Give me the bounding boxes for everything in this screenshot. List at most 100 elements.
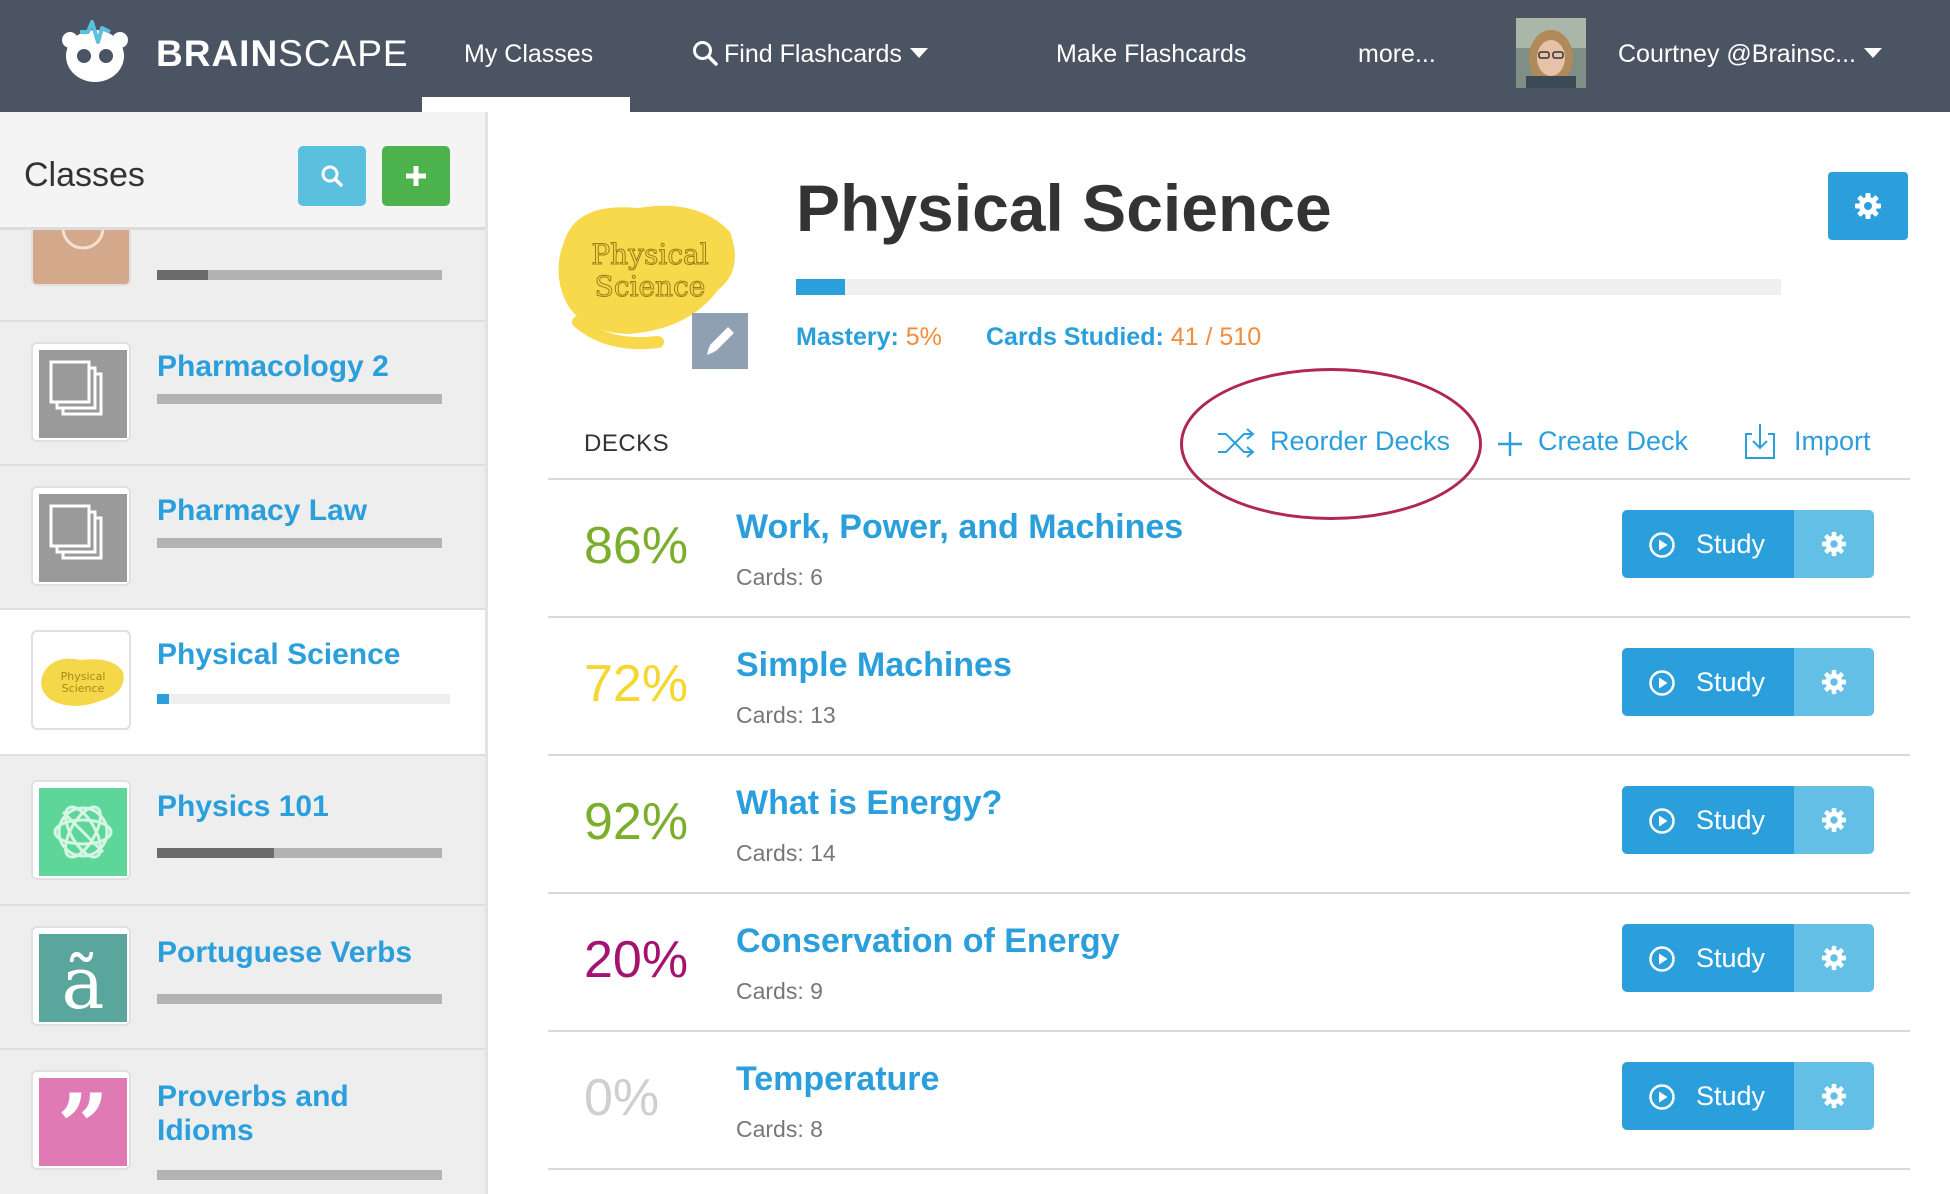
deck-settings-button[interactable]	[1794, 786, 1874, 854]
play-circle-icon	[1649, 1084, 1675, 1110]
gear-icon	[1821, 531, 1847, 557]
deck-card-count: Cards: 14	[736, 840, 836, 866]
brainscape-logo-icon[interactable]	[62, 16, 128, 84]
sidebar-item-proverbs-and-idioms[interactable]: ” Proverbs and Idioms	[0, 1050, 485, 1194]
classes-sidebar: Classes Know Pharm	[0, 112, 488, 1194]
gear-icon	[1821, 945, 1847, 971]
sidebar-item-physics-101[interactable]: Physics 101	[0, 760, 485, 906]
sidebar-item-physical-science[interactable]: Physical Science Physical Science	[0, 610, 485, 756]
deck-settings-button[interactable]	[1794, 510, 1874, 578]
gear-icon	[1855, 193, 1881, 219]
deck-card-count: Cards: 9	[736, 978, 823, 1004]
sidebar-item-label: Portuguese Verbs	[157, 936, 413, 969]
user-menu[interactable]: Courtney @Brainsc...	[1618, 40, 1882, 69]
class-image-text: Physical	[591, 238, 708, 271]
study-button[interactable]: Study	[1622, 786, 1794, 854]
deck-name-link[interactable]: Work, Power, and Machines	[736, 508, 1183, 547]
physical-science-thumbnail: Physical Science	[31, 630, 131, 730]
sidebar-item-portuguese-verbs[interactable]: ã Portuguese Verbs	[0, 906, 485, 1050]
sidebar-header: Classes	[0, 112, 485, 230]
class-progress-bar	[157, 394, 442, 404]
sidebar-item-label: Physical Science	[157, 638, 401, 671]
svg-text:ã: ã	[62, 941, 105, 1025]
mastery-stat: Mastery: 5%	[796, 323, 942, 351]
gear-icon	[1821, 807, 1847, 833]
plus-icon	[406, 166, 426, 186]
sidebar-item-pharmacology-2[interactable]: Pharmacology 2	[0, 322, 485, 466]
deck-mastery-percent: 92%	[584, 793, 689, 851]
sidebar-title: Classes	[24, 156, 145, 194]
edit-image-button[interactable]	[692, 313, 748, 369]
sidebar-item-pharmacy-law[interactable]: Pharmacy Law	[0, 466, 485, 610]
study-button-label: Study	[1696, 1081, 1766, 1111]
pencil-icon	[707, 327, 734, 355]
nav-make-flashcards[interactable]: Make Flashcards	[1056, 40, 1246, 69]
deck-card-count: Cards: 8	[736, 1116, 823, 1142]
study-button[interactable]: Study	[1622, 924, 1794, 992]
atom-icon	[31, 780, 131, 880]
deck-row: 20% Conservation of Energy Cards: 9 Stud…	[548, 894, 1910, 1032]
a-tilde-icon: ã	[31, 926, 131, 1026]
class-settings-button[interactable]	[1828, 172, 1908, 240]
class-progress-bar	[157, 848, 442, 858]
deck-name-link[interactable]: Conservation of Energy	[736, 922, 1120, 961]
play-circle-icon	[1649, 946, 1675, 972]
study-button[interactable]: Study	[1622, 510, 1794, 578]
deck-card-count: Cards: 6	[736, 564, 823, 590]
class-progress-bar	[157, 538, 442, 548]
quote-icon: ”	[31, 1070, 131, 1170]
sidebar-item-label: Physics 101	[157, 790, 329, 823]
play-circle-icon	[1649, 808, 1675, 834]
study-button[interactable]: Study	[1622, 648, 1794, 716]
import-button[interactable]: Import	[1742, 424, 1871, 459]
plus-icon	[1498, 432, 1522, 456]
deck-mastery-percent: 86%	[584, 517, 689, 575]
study-button[interactable]: Study	[1622, 1062, 1794, 1130]
deck-mastery-percent: 20%	[584, 931, 689, 989]
search-classes-button[interactable]	[298, 146, 366, 206]
deck-settings-button[interactable]	[1794, 1062, 1874, 1130]
sidebar-item-label: Pharmacology 2	[157, 350, 389, 383]
nav-find-flashcards[interactable]: Find Flashcards	[692, 40, 928, 69]
decks-label: DECKS	[584, 430, 670, 457]
deck-card-count: Cards: 13	[736, 702, 836, 728]
class-image-text: Science	[595, 270, 706, 303]
deck-row: 92% What is Energy? Cards: 14 Study	[548, 756, 1910, 894]
class-progress-bar	[157, 1170, 442, 1180]
class-progress-bar	[157, 994, 442, 1004]
gear-icon	[1821, 669, 1847, 695]
thumbnail-text: Science	[62, 682, 105, 695]
study-button-label: Study	[1696, 667, 1766, 697]
search-icon	[693, 41, 718, 67]
deck-name-link[interactable]: Simple Machines	[736, 646, 1012, 685]
class-progress-fill	[796, 279, 846, 295]
class-progress-bar	[157, 270, 442, 280]
deck-mastery-percent: 0%	[584, 1069, 660, 1127]
nav-more[interactable]: more...	[1358, 40, 1436, 69]
gear-icon	[1821, 1083, 1847, 1109]
cards-studied-stat: Cards Studied: 41 / 510	[986, 323, 1262, 351]
sidebar-item-label: Pharmacy Law	[157, 494, 368, 527]
svg-text:”: ”	[57, 1074, 109, 1170]
chevron-down-icon	[909, 48, 928, 59]
top-navigation-bar: BRAINSCAPE My Classes Find Flashcards Ma…	[0, 0, 1950, 112]
deck-mastery-percent: 72%	[584, 655, 689, 713]
import-icon	[1745, 424, 1775, 459]
deck-row: 0% Temperature Cards: 8 Study	[548, 1032, 1910, 1170]
study-button-label: Study	[1696, 529, 1766, 559]
add-class-button[interactable]	[382, 146, 450, 206]
deck-row: 86% Work, Power, and Machines Cards: 6 S…	[548, 480, 1910, 618]
deck-row: 72% Simple Machines Cards: 13 Study	[548, 618, 1910, 756]
deck-settings-button[interactable]	[1794, 924, 1874, 992]
flashcard-stack-icon	[31, 342, 131, 442]
user-avatar[interactable]	[1516, 18, 1586, 88]
deck-name-link[interactable]: What is Energy?	[736, 784, 1002, 823]
active-nav-indicator	[422, 97, 630, 112]
deck-name-link[interactable]: Temperature	[736, 1060, 939, 1099]
brand-name[interactable]: BRAINSCAPE	[156, 33, 409, 75]
deck-settings-button[interactable]	[1794, 648, 1874, 716]
nav-my-classes[interactable]: My Classes	[464, 40, 593, 69]
create-deck-button[interactable]: Create Deck	[1496, 426, 1688, 457]
class-title: Physical Science	[796, 171, 1332, 245]
play-circle-icon	[1649, 532, 1675, 558]
